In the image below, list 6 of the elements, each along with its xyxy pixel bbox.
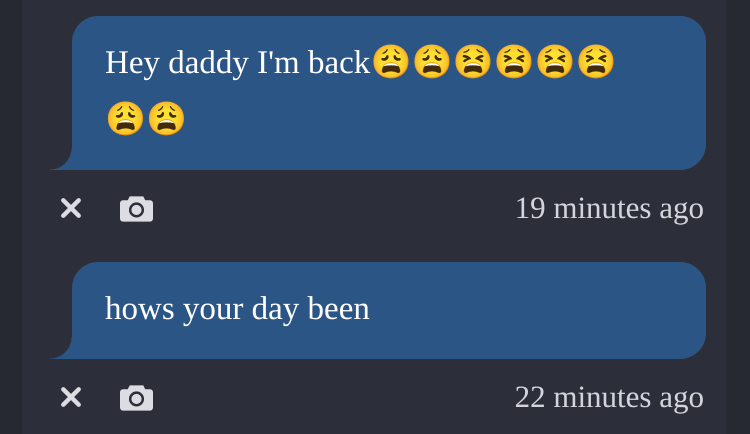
close-icon[interactable] [60,197,82,219]
camera-icon[interactable] [120,383,153,411]
timestamp: 22 minutes ago [514,379,704,415]
camera-icon[interactable] [120,194,153,222]
timestamp: 19 minutes ago [514,190,704,226]
close-icon[interactable] [60,386,82,408]
